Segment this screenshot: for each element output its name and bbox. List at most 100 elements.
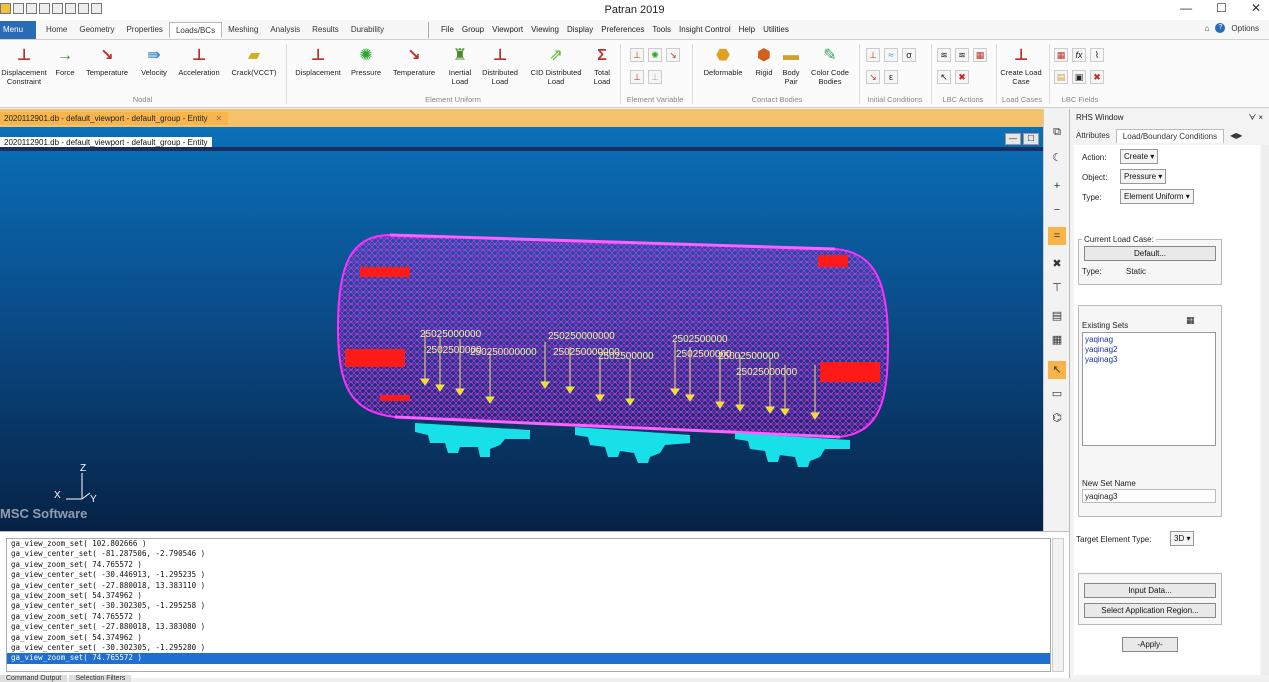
new-set-name-field[interactable]: yaqinag3 — [1082, 489, 1216, 503]
table-icon[interactable]: ▦ — [1186, 315, 1195, 326]
lbc-show-icon[interactable]: ≋ — [937, 48, 951, 62]
command-line-selected[interactable]: ga_view_zoom_set( 74.765572 ) — [7, 653, 1050, 664]
filter-icon[interactable]: ⊤ — [1048, 279, 1066, 297]
graphics-viewport[interactable]: 2020112901.db - default_viewport - defau… — [0, 127, 1043, 531]
tab-home[interactable]: Home — [40, 22, 73, 38]
document-tab[interactable]: 2020112901.db - default_viewport - defau… — [0, 112, 229, 125]
temperature-button[interactable]: ↘ Temperature — [81, 42, 133, 77]
tab-load-boundary-conditions[interactable]: Load/Boundary Conditions — [1115, 129, 1225, 143]
tab-loads-bcs[interactable]: Loads/BCs — [168, 22, 223, 38]
field-table-icon[interactable]: ▦ — [1054, 48, 1068, 62]
distributed-load-button[interactable]: ⊥ Distributed Load — [478, 42, 522, 86]
pressure-button[interactable]: ✺ Pressure — [347, 42, 385, 77]
ev-pressure-icon[interactable]: ✺ — [648, 48, 662, 62]
total-load-button[interactable]: Σ Total Load — [590, 42, 614, 86]
action-dropdown[interactable]: Create ▾ — [1120, 149, 1159, 164]
tab-attributes[interactable]: Attributes — [1070, 129, 1116, 143]
viewport-tile-icon[interactable]: ⧉ — [1048, 123, 1066, 141]
command-line[interactable]: ga_view_zoom_set( 102.802666 ) — [7, 539, 1050, 549]
create-load-case-button[interactable]: ⊥ Create Load Case — [998, 42, 1044, 86]
close-icon[interactable]: ✕ — [216, 114, 223, 123]
menu-help[interactable]: Help — [735, 22, 759, 38]
plot-icon[interactable]: ⌬ — [1048, 409, 1066, 427]
pin-icon[interactable]: ᗄ × — [1249, 113, 1263, 123]
grid-icon[interactable]: ▦ — [1048, 331, 1066, 349]
select-application-region-button[interactable]: Select Application Region... — [1084, 603, 1216, 618]
command-line[interactable]: ga_view_center_set( -30.446913, -1.29523… — [7, 570, 1050, 580]
command-line[interactable]: ga_view_zoom_set( 54.374962 ) — [7, 591, 1050, 601]
ev-cid-icon[interactable]: ⊥ — [648, 70, 662, 84]
ic-stress-icon[interactable]: σ — [902, 48, 916, 62]
field-create-icon[interactable]: ▤ — [1054, 70, 1068, 84]
list-item[interactable]: yaqinag2 — [1085, 345, 1213, 355]
deformable-button[interactable]: ⬣ Deformable — [697, 42, 749, 77]
rotate-icon[interactable]: ☾ — [1048, 149, 1066, 167]
tab-scroll-arrows[interactable]: ◀▶ — [1224, 129, 1248, 143]
field-show-icon[interactable]: ▣ — [1072, 70, 1086, 84]
hide-icon[interactable]: ✖ — [1048, 255, 1066, 273]
help-icon[interactable]: ? — [1215, 23, 1226, 33]
command-line[interactable]: ga_view_center_set( -30.302305, -1.29525… — [7, 601, 1050, 611]
select-pointer-icon[interactable]: ↖ — [1048, 361, 1066, 379]
lbc-table-icon[interactable]: ▦ — [973, 48, 987, 62]
object-dropdown[interactable]: Pressure ▾ — [1120, 169, 1167, 184]
tab-command-output[interactable]: Command Output — [0, 675, 68, 682]
type-dropdown[interactable]: Element Uniform ▾ — [1120, 189, 1194, 204]
tab-analysis[interactable]: Analysis — [264, 22, 306, 38]
list-icon[interactable]: ▤ — [1048, 307, 1066, 325]
field-chart-icon[interactable]: ⌇ — [1090, 48, 1104, 62]
command-line[interactable]: ga_view_center_set( -27.880018, 13.38308… — [7, 622, 1050, 632]
model-canvas[interactable]: 25025000000 2502500000 250250000000 2502… — [0, 127, 1043, 531]
command-line[interactable]: ga_view_center_set( -27.880018, 13.38311… — [7, 581, 1050, 591]
displacement-constraint-button[interactable]: ⊥ Displacement Constraint — [0, 42, 48, 86]
tab-meshing[interactable]: Meshing — [222, 22, 264, 38]
ic-displacement-icon[interactable]: ⊥ — [866, 48, 880, 62]
input-data-button[interactable]: Input Data... — [1084, 583, 1216, 598]
menu-file[interactable]: File — [437, 22, 458, 38]
ic-strain-icon[interactable]: ε — [884, 70, 898, 84]
command-line[interactable]: ga_view_zoom_set( 54.374962 ) — [7, 633, 1050, 643]
menu-viewing[interactable]: Viewing — [527, 22, 563, 38]
fit-view-icon[interactable]: = — [1048, 227, 1066, 245]
tab-selection-filters[interactable]: Selection Filters — [69, 675, 132, 682]
command-line[interactable]: ga_view_zoom_set( 74.765572 ) — [7, 612, 1050, 622]
close-button[interactable]: ✕ — [1251, 1, 1261, 15]
target-element-type-dropdown[interactable]: 3D ▾ — [1170, 531, 1195, 546]
list-item[interactable]: yaqinag — [1085, 335, 1213, 345]
menu-display[interactable]: Display — [563, 22, 597, 38]
ev-temperature-icon[interactable]: ↘ — [666, 48, 680, 62]
command-output-list[interactable]: ga_view_zoom_set( 102.802666 ) ga_view_c… — [6, 538, 1051, 672]
ic-temperature-icon[interactable]: ↘ — [866, 70, 880, 84]
ev-displacement-icon[interactable]: ⊥ — [630, 48, 644, 62]
tab-properties[interactable]: Properties — [120, 22, 168, 38]
tab-durability[interactable]: Durability — [345, 22, 390, 38]
command-output-scrollbar[interactable] — [1052, 538, 1064, 672]
menu-viewport[interactable]: Viewport — [488, 22, 527, 38]
velocity-button[interactable]: ⇛ Velocity — [137, 42, 171, 77]
field-function-icon[interactable]: fx — [1072, 48, 1086, 62]
menu-button[interactable]: Menu — [0, 21, 36, 39]
menu-utilities[interactable]: Utilities — [759, 22, 793, 38]
command-line[interactable]: ga_view_center_set( -81.287506, -2.79054… — [7, 549, 1050, 559]
eu-displacement-button[interactable]: ⊥ Displacement — [290, 42, 346, 77]
menu-group[interactable]: Group — [458, 22, 488, 38]
apply-button[interactable]: -Apply- — [1122, 637, 1178, 652]
command-line[interactable]: ga_view_center_set( -30.302305, -1.29528… — [7, 643, 1050, 653]
zoom-in-icon[interactable]: + — [1048, 177, 1066, 195]
cid-distributed-load-button[interactable]: ⇗ CID Distributed Load — [525, 42, 587, 86]
minimize-button[interactable]: — — [1180, 1, 1192, 15]
rigid-button[interactable]: ⬢ Rigid — [751, 42, 777, 77]
ic-velocity-icon[interactable]: ≈ — [884, 48, 898, 62]
color-code-bodies-button[interactable]: ✎ Color Code Bodies — [806, 42, 854, 86]
tab-results[interactable]: Results — [306, 22, 345, 38]
crack-vcct-button[interactable]: ▰ Crack(VCCT) — [228, 42, 280, 77]
ev-distributed-icon[interactable]: ⊥ — [630, 70, 644, 84]
command-line[interactable]: ga_view_zoom_set( 74.765572 ) — [7, 560, 1050, 570]
menu-tools[interactable]: Tools — [648, 22, 675, 38]
lbc-plot-icon[interactable]: ≋ — [955, 48, 969, 62]
eu-temperature-button[interactable]: ↘ Temperature — [387, 42, 441, 77]
list-item[interactable]: yaqinag3 — [1085, 355, 1213, 365]
load-case-button[interactable]: Default... — [1084, 246, 1216, 261]
options-button[interactable]: Options — [1231, 24, 1259, 33]
existing-sets-list[interactable]: yaqinag yaqinag2 yaqinag3 — [1082, 332, 1216, 446]
